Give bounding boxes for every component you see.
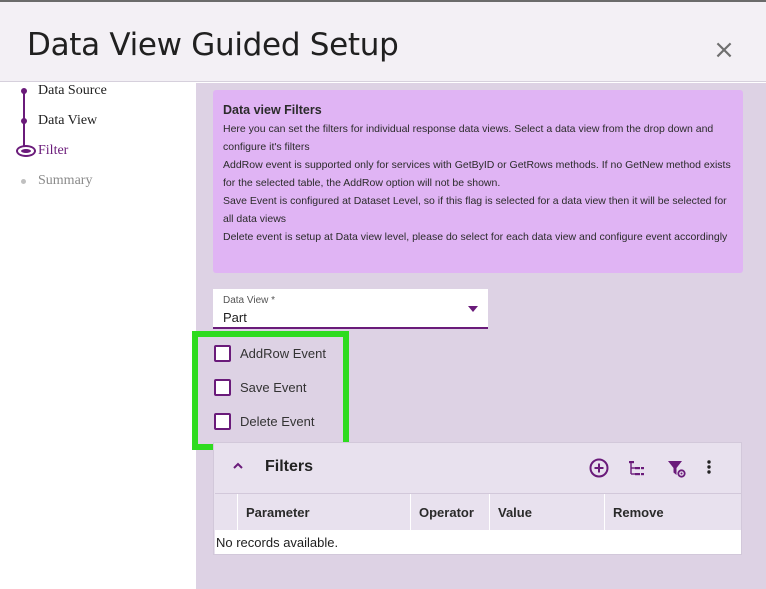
filters-grid: Filters Parameter Operator Value Remove …	[213, 442, 742, 555]
filters-title: Filters	[265, 458, 314, 475]
step-data-source[interactable]: Data Source	[38, 83, 107, 99]
column-header-parameter[interactable]: Parameter	[237, 494, 410, 531]
data-view-label: Data View *	[223, 295, 276, 306]
checkbox-label: Delete Event	[240, 414, 315, 429]
dialog-header: Data View Guided Setup ×	[0, 2, 766, 82]
filter-settings-icon[interactable]	[665, 457, 687, 479]
no-records-message: No records available.	[216, 535, 339, 550]
step-summary[interactable]: Summary	[38, 173, 92, 189]
grid-body: No records available.	[215, 530, 741, 554]
info-line: AddRow event is supported only for servi…	[223, 159, 731, 189]
column-header-remove[interactable]: Remove	[604, 494, 741, 531]
grid-header-row: Parameter Operator Value Remove	[215, 493, 741, 531]
select-column-header	[215, 494, 237, 531]
dialog-title: Data View Guided Setup	[27, 27, 399, 63]
tree-view-icon[interactable]	[626, 457, 648, 479]
info-box: Data view Filters Here you can set the f…	[213, 90, 743, 273]
data-view-dropdown[interactable]: Data View * Part	[213, 289, 488, 329]
caret-down-icon	[468, 306, 478, 312]
step-data-view[interactable]: Data View	[38, 113, 97, 129]
checkbox-label: Save Event	[240, 380, 307, 395]
add-circle-icon[interactable]	[588, 457, 610, 479]
column-header-value[interactable]: Value	[489, 494, 604, 531]
column-header-operator[interactable]: Operator	[410, 494, 489, 531]
info-title: Data view Filters	[223, 103, 322, 117]
data-view-value: Part	[223, 310, 247, 325]
wizard-sidebar	[0, 83, 196, 589]
step-pending-dot	[21, 179, 26, 184]
info-line: Save Event is configured at Dataset Leve…	[223, 195, 727, 225]
checkbox-box[interactable]	[214, 413, 231, 430]
grid-toolbar: Filters	[214, 443, 741, 493]
info-line: Here you can set the filters for individ…	[223, 123, 714, 153]
more-vertical-icon[interactable]	[698, 457, 720, 479]
close-icon[interactable]: ×	[710, 36, 738, 64]
checkbox-label: AddRow Event	[240, 346, 326, 361]
step-active-dot	[16, 145, 36, 157]
info-line: Delete event is setup at Data view level…	[223, 231, 728, 243]
checkbox-box[interactable]	[214, 345, 231, 362]
chevron-up-icon[interactable]	[232, 460, 244, 472]
step-filter[interactable]: Filter	[38, 143, 68, 159]
step-done-dot	[21, 88, 27, 94]
step-done-dot	[21, 118, 27, 124]
checkbox-box[interactable]	[214, 379, 231, 396]
